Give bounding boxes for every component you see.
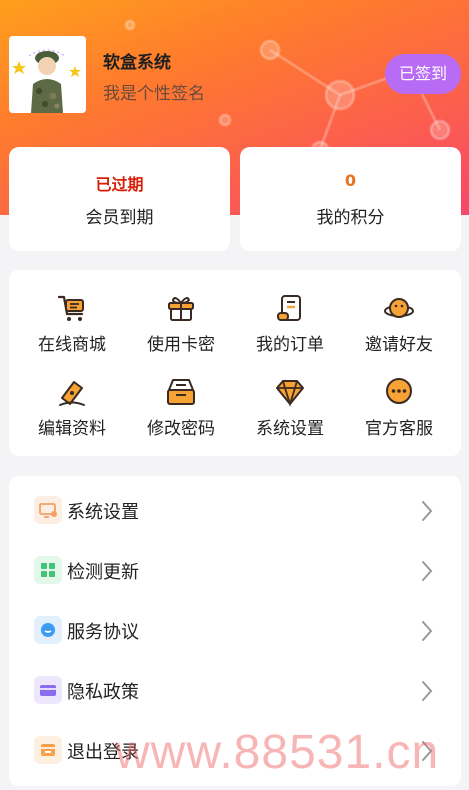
signature: 我是个性签名 xyxy=(103,84,205,104)
points-card[interactable]: 0 我的积分 xyxy=(240,147,461,251)
points-label: 我的积分 xyxy=(316,208,385,228)
diamond-settings-icon xyxy=(276,380,304,408)
profile-header: 软盒系统 我是个性签名 已签到 xyxy=(9,36,461,114)
card-icon xyxy=(34,676,62,704)
order-scroll-icon xyxy=(277,295,301,321)
username: 软盒系统 xyxy=(103,53,171,73)
grid-item-change-password[interactable]: 修改密码 xyxy=(126,376,236,448)
grid-label: 使用卡密 xyxy=(147,335,215,355)
grid-item-orders[interactable]: 我的订单 xyxy=(235,292,345,364)
grid-label: 官方客服 xyxy=(365,419,433,439)
grid-item-card-code[interactable]: 使用卡密 xyxy=(126,292,236,364)
menu-item-privacy-policy[interactable]: 隐私政策 xyxy=(9,664,461,720)
chevron-right-icon xyxy=(422,561,433,581)
grid-item-invite[interactable]: 邀请好友 xyxy=(344,292,454,364)
grid-label: 编辑资料 xyxy=(38,419,106,439)
grid-label: 我的订单 xyxy=(256,335,324,355)
grid-item-customer-service[interactable]: 官方客服 xyxy=(344,376,454,448)
grid-item-edit-profile[interactable]: 编辑资料 xyxy=(17,376,127,448)
chevron-right-icon xyxy=(422,741,433,761)
menu-label: 服务协议 xyxy=(67,622,139,643)
grid-label: 在线商城 xyxy=(38,335,106,355)
membership-value: 已过期 xyxy=(95,175,144,194)
menu-item-check-update[interactable]: 检测更新 xyxy=(9,544,461,600)
cart-icon xyxy=(57,295,84,321)
points-value: 0 xyxy=(344,171,357,190)
chevron-right-icon xyxy=(422,501,433,521)
chevron-right-icon xyxy=(422,681,433,701)
logout-box-icon xyxy=(34,736,62,764)
soldier-avatar-icon xyxy=(9,36,86,113)
signin-button[interactable]: 已签到 xyxy=(385,54,461,94)
edit-pen-icon xyxy=(59,381,85,406)
avatar[interactable] xyxy=(9,36,86,113)
gift-icon xyxy=(168,297,194,321)
menu-item-service-agreement[interactable]: 服务协议 xyxy=(9,604,461,660)
feature-grid: 在线商城 使用卡密 我的订单 邀请好友 编辑资料 修改密码 系统设置 官方客服 xyxy=(9,270,461,456)
chat-dot-icon xyxy=(34,616,62,644)
membership-card[interactable]: 已过期 会员到期 xyxy=(9,147,230,251)
chevron-right-icon xyxy=(422,621,433,641)
menu-label: 隐私政策 xyxy=(67,682,139,703)
invite-planet-icon xyxy=(384,298,414,318)
grid-item-system-settings[interactable]: 系统设置 xyxy=(235,376,345,448)
grid-item-shop[interactable]: 在线商城 xyxy=(17,292,127,364)
menu-label: 系统设置 xyxy=(67,502,139,523)
monitor-settings-icon xyxy=(34,496,62,524)
grid-label: 系统设置 xyxy=(256,419,324,439)
settings-list: 系统设置 检测更新 服务协议 隐私政策 退出登录 xyxy=(9,476,461,786)
grid-label: 邀请好友 xyxy=(365,335,433,355)
menu-item-logout[interactable]: 退出登录 xyxy=(9,724,461,780)
menu-label: 退出登录 xyxy=(67,742,139,763)
grid-update-icon xyxy=(34,556,62,584)
menu-item-system-settings[interactable]: 系统设置 xyxy=(9,484,461,540)
menu-label: 检测更新 xyxy=(67,562,139,583)
membership-label: 会员到期 xyxy=(85,208,154,228)
grid-label: 修改密码 xyxy=(147,419,215,439)
chat-bubble-icon xyxy=(386,378,412,404)
password-box-icon xyxy=(167,379,195,405)
